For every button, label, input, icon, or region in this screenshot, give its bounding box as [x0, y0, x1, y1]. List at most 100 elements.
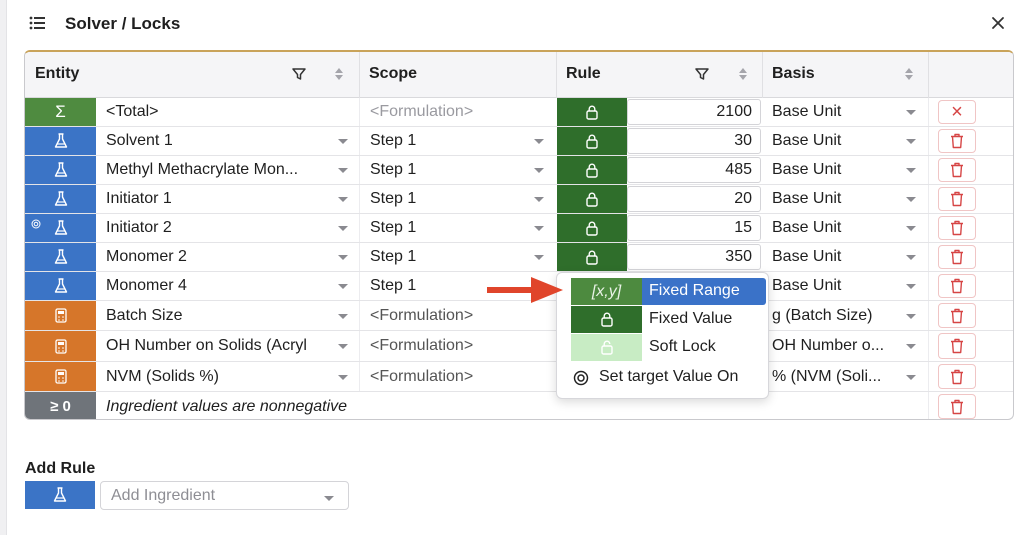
- chevron-down-icon[interactable]: [338, 344, 348, 349]
- flask-icon: [25, 185, 96, 213]
- basis-select[interactable]: Base Unit: [772, 127, 841, 155]
- menu-item-label: Set target Value On: [599, 368, 739, 385]
- scope-select[interactable]: <Formulation>: [370, 301, 473, 330]
- basis-select[interactable]: % (NVM (Soli...: [772, 362, 881, 391]
- basis-select[interactable]: Base Unit: [772, 185, 841, 213]
- menu-item-fixed-range[interactable]: [x,y] Fixed Range: [571, 278, 766, 305]
- column-header-entity[interactable]: Entity: [35, 65, 79, 83]
- table-header: Entity Scope Rule Basis: [25, 52, 1013, 98]
- chevron-down-icon[interactable]: [534, 255, 544, 260]
- rule-lock-button[interactable]: [557, 156, 627, 184]
- basis-select[interactable]: Base Unit: [772, 98, 841, 126]
- scope-select[interactable]: Step 1: [370, 127, 416, 155]
- column-header-rule[interactable]: Rule: [566, 65, 601, 83]
- delete-button[interactable]: [938, 364, 976, 389]
- delete-button[interactable]: [938, 187, 976, 211]
- basis-select[interactable]: Base Unit: [772, 272, 841, 300]
- chevron-down-icon[interactable]: [906, 374, 916, 380]
- rule-value-input[interactable]: 15: [627, 215, 761, 241]
- close-icon[interactable]: [989, 14, 1007, 32]
- entity-name: OH Number on Solids (Acryl: [106, 337, 307, 354]
- chevron-down-icon[interactable]: [906, 344, 916, 349]
- sort-icon[interactable]: [904, 66, 914, 82]
- chevron-down-icon[interactable]: [338, 284, 348, 289]
- scope-select[interactable]: <Formulation>: [370, 331, 473, 361]
- sort-icon[interactable]: [334, 66, 344, 82]
- constraint-badge: ≥ 0: [25, 392, 96, 419]
- delete-button[interactable]: [938, 394, 976, 419]
- delete-button[interactable]: [938, 303, 976, 328]
- basis-select[interactable]: Base Unit: [772, 214, 841, 242]
- rule-lock-button[interactable]: [557, 243, 627, 271]
- rule-lock-button[interactable]: [557, 185, 627, 213]
- chevron-down-icon[interactable]: [534, 168, 544, 173]
- column-header-scope[interactable]: Scope: [369, 65, 417, 83]
- delete-button[interactable]: [938, 333, 976, 359]
- rule-value-input[interactable]: 350: [627, 244, 761, 270]
- chevron-down-icon[interactable]: [338, 255, 348, 260]
- remove-button[interactable]: ×: [938, 100, 976, 124]
- add-ingredient-select[interactable]: Add Ingredient: [100, 481, 349, 510]
- table-row: Solvent 1 Step 1 30 Base Unit: [25, 127, 1013, 156]
- scope-value: <Formulation>: [370, 103, 474, 120]
- entity-name: <Total>: [106, 103, 159, 120]
- delete-button[interactable]: [938, 274, 976, 298]
- sort-icon[interactable]: [738, 66, 748, 82]
- page-title: Solver / Locks: [65, 14, 181, 33]
- target-icon: [573, 370, 589, 386]
- rule-value-input[interactable]: 2100: [627, 99, 761, 125]
- chevron-down-icon[interactable]: [906, 284, 916, 289]
- scope-select[interactable]: Step 1: [370, 243, 416, 271]
- delete-button[interactable]: [938, 158, 976, 182]
- chevron-down-icon[interactable]: [534, 197, 544, 202]
- rule-value-input[interactable]: 30: [627, 128, 761, 154]
- menu-item-set-target[interactable]: Set target Value On: [571, 364, 766, 391]
- basis-select[interactable]: Base Unit: [772, 243, 841, 271]
- chevron-down-icon[interactable]: [906, 255, 916, 260]
- panel-header: Solver / Locks: [7, 0, 1024, 48]
- chevron-down-icon[interactable]: [906, 226, 916, 231]
- chevron-down-icon[interactable]: [338, 139, 348, 144]
- rule-value-input[interactable]: 20: [627, 186, 761, 212]
- basis-select[interactable]: OH Number o...: [772, 331, 884, 361]
- chevron-down-icon[interactable]: [338, 197, 348, 202]
- rule-value-input[interactable]: 485: [627, 157, 761, 183]
- chevron-down-icon[interactable]: [338, 226, 348, 231]
- scope-select[interactable]: Step 1: [370, 156, 416, 184]
- chevron-down-icon[interactable]: [906, 110, 916, 115]
- menu-item-soft-lock[interactable]: Soft Lock: [571, 334, 766, 361]
- scope-select[interactable]: Step 1: [370, 272, 416, 300]
- chevron-down-icon[interactable]: [906, 197, 916, 202]
- delete-button[interactable]: [938, 216, 976, 240]
- filter-icon[interactable]: [291, 66, 307, 82]
- chevron-down-icon[interactable]: [338, 168, 348, 173]
- scope-select[interactable]: Step 1: [370, 185, 416, 213]
- rule-lock-button[interactable]: [557, 214, 627, 242]
- chevron-down-icon[interactable]: [534, 139, 544, 144]
- rule-lock-button[interactable]: [557, 98, 627, 126]
- column-header-basis[interactable]: Basis: [772, 65, 815, 83]
- delete-button[interactable]: [938, 129, 976, 153]
- chevron-down-icon[interactable]: [906, 168, 916, 173]
- chevron-down-icon[interactable]: [906, 313, 916, 319]
- scope-select[interactable]: <Formulation>: [370, 362, 473, 391]
- flask-icon: [25, 243, 96, 271]
- list-icon[interactable]: [29, 16, 45, 30]
- lock-open-icon: [571, 334, 642, 361]
- flask-icon[interactable]: [25, 481, 95, 509]
- scope-select[interactable]: Step 1: [370, 214, 416, 242]
- trash-icon: [951, 369, 963, 384]
- menu-item-fixed-value[interactable]: Fixed Value: [571, 306, 766, 333]
- trash-icon: [951, 308, 963, 323]
- basis-select[interactable]: g (Batch Size): [772, 301, 872, 330]
- filter-icon[interactable]: [694, 66, 710, 82]
- chevron-down-icon[interactable]: [338, 374, 348, 380]
- table-row: Initiator 2 Step 1 15 Base Unit: [25, 214, 1013, 243]
- chevron-down-icon[interactable]: [338, 313, 348, 319]
- chevron-down-icon[interactable]: [534, 226, 544, 231]
- chevron-down-icon: [324, 496, 334, 501]
- rule-lock-button[interactable]: [557, 127, 627, 155]
- basis-select[interactable]: Base Unit: [772, 156, 841, 184]
- delete-button[interactable]: [938, 245, 976, 269]
- chevron-down-icon[interactable]: [906, 139, 916, 144]
